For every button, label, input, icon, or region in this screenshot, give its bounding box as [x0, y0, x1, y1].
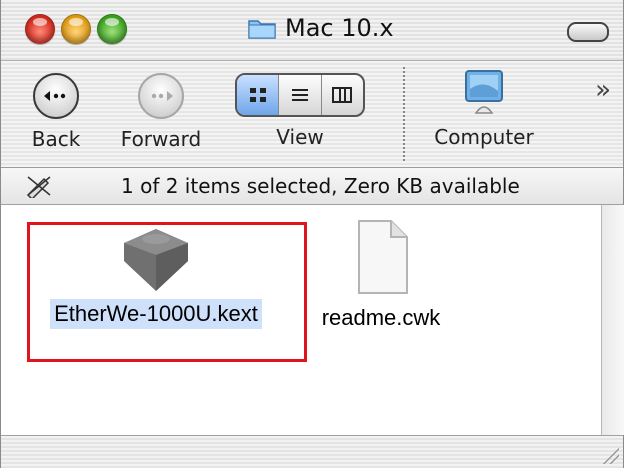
title-bar[interactable]: Mac 10.x [1, 0, 623, 61]
folder-icon [247, 16, 277, 40]
icon-view-icon[interactable] [237, 75, 280, 115]
view-control: View [235, 73, 365, 149]
forward-icon [138, 73, 184, 119]
status-text: 1 of 2 items selected, Zero KB available [121, 174, 520, 198]
title-area: Mac 10.x [247, 12, 394, 44]
file-name-label[interactable]: readme.cwk [318, 303, 445, 333]
computer-button[interactable]: Computer [429, 69, 539, 149]
back-button[interactable]: Back [21, 73, 91, 151]
close-button[interactable] [25, 14, 55, 44]
back-icon [33, 73, 79, 119]
column-view-icon[interactable] [322, 75, 363, 115]
toolbar-separator [403, 67, 405, 161]
document-icon [349, 217, 413, 301]
minimize-button[interactable] [61, 14, 91, 44]
file-item-readme[interactable]: readme.cwk [306, 217, 456, 333]
bottom-bar [1, 435, 623, 468]
forward-button[interactable]: Forward [115, 73, 207, 151]
zoom-button[interactable] [97, 14, 127, 44]
read-only-pencil-icon [25, 174, 53, 204]
highlight-box [27, 222, 307, 362]
window-title: Mac 10.x [285, 14, 394, 42]
computer-label: Computer [434, 125, 534, 149]
toolbar-toggle-button[interactable] [567, 22, 609, 42]
list-view-icon[interactable] [279, 75, 322, 115]
toolbar: Back Forward View Computer » [1, 61, 623, 168]
computer-icon [458, 69, 510, 121]
view-segmented-control[interactable] [235, 73, 365, 117]
back-label: Back [31, 127, 81, 151]
view-label: View [276, 125, 324, 149]
vertical-scrollbar[interactable] [601, 205, 624, 435]
toolbar-overflow-icon[interactable]: » [595, 75, 611, 105]
resize-grip-icon[interactable] [603, 448, 619, 464]
forward-label: Forward [120, 127, 202, 151]
status-bar: 1 of 2 items selected, Zero KB available [1, 168, 623, 205]
finder-window: Mac 10.x Back Forward View Computer » 1 … [0, 0, 624, 468]
